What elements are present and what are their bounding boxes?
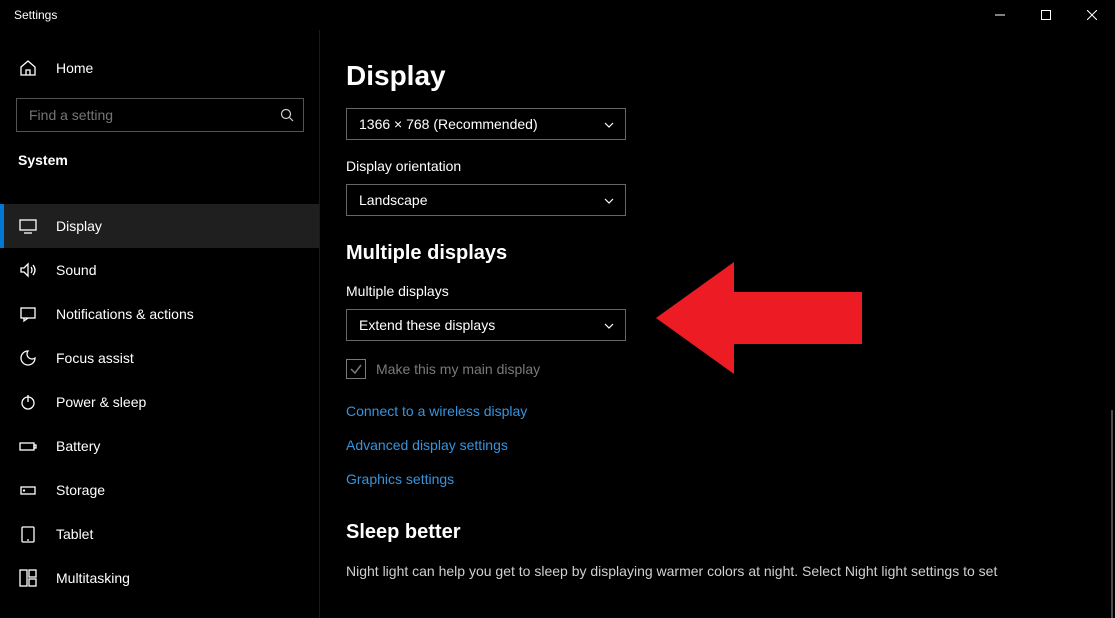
sidebar: Home System Display Sound	[0, 30, 320, 618]
tablet-icon	[18, 524, 38, 544]
multiple-displays-heading: Multiple displays	[346, 242, 1115, 265]
sidebar-item-storage[interactable]: Storage	[0, 468, 320, 512]
orientation-dropdown[interactable]: Landscape	[346, 184, 626, 216]
close-button[interactable]	[1069, 0, 1115, 30]
main-display-checkbox-label: Make this my main display	[376, 361, 540, 377]
power-icon	[18, 392, 38, 412]
sidebar-item-notifications[interactable]: Notifications & actions	[0, 292, 320, 336]
search-wrap	[16, 98, 304, 132]
titlebar: Settings	[0, 0, 1115, 30]
sound-icon	[18, 260, 38, 280]
resolution-value: 1366 × 768 (Recommended)	[359, 116, 538, 132]
sidebar-item-battery[interactable]: Battery	[0, 424, 320, 468]
home-icon	[18, 58, 38, 78]
resolution-dropdown[interactable]: 1366 × 768 (Recommended)	[346, 108, 626, 140]
window-title: Settings	[0, 8, 57, 22]
multiple-displays-value: Extend these displays	[359, 317, 495, 333]
window-controls	[977, 0, 1115, 30]
main-display-checkbox: Make this my main display	[346, 359, 1115, 379]
display-icon	[18, 216, 38, 236]
multiple-displays-dropdown[interactable]: Extend these displays	[346, 309, 626, 341]
graphics-settings-link[interactable]: Graphics settings	[346, 471, 1115, 487]
search-input[interactable]	[16, 98, 304, 132]
chevron-down-icon	[603, 118, 615, 130]
multiple-displays-label: Multiple displays	[346, 283, 1115, 299]
sidebar-item-label: Sound	[56, 262, 96, 278]
home-label: Home	[56, 60, 93, 76]
sidebar-item-label: Notifications & actions	[56, 306, 194, 322]
home-button[interactable]: Home	[0, 50, 320, 86]
sidebar-item-sound[interactable]: Sound	[0, 248, 320, 292]
orientation-value: Landscape	[359, 192, 428, 208]
sidebar-item-label: Power & sleep	[56, 394, 146, 410]
sidebar-item-label: Multitasking	[56, 570, 130, 586]
orientation-label: Display orientation	[346, 158, 1115, 174]
sidebar-item-label: Focus assist	[56, 350, 134, 366]
advanced-display-link[interactable]: Advanced display settings	[346, 437, 1115, 453]
battery-icon	[18, 436, 38, 456]
sidebar-item-label: Storage	[56, 482, 105, 498]
nav-list: Display Sound Notifications & actions Fo…	[0, 204, 320, 600]
checkbox-icon	[346, 359, 366, 379]
maximize-button[interactable]	[1023, 0, 1069, 30]
sleep-better-body: Night light can help you get to sleep by…	[346, 562, 1066, 582]
wireless-display-link[interactable]: Connect to a wireless display	[346, 403, 1115, 419]
chevron-down-icon	[603, 194, 615, 206]
chevron-down-icon	[603, 319, 615, 331]
sidebar-item-display[interactable]: Display	[0, 204, 320, 248]
minimize-button[interactable]	[977, 0, 1023, 30]
sidebar-item-multitasking[interactable]: Multitasking	[0, 556, 320, 600]
search-icon	[280, 108, 294, 122]
page-title: Display	[346, 60, 1115, 92]
content-pane: Display 1366 × 768 (Recommended) Display…	[320, 30, 1115, 618]
focus-assist-icon	[18, 348, 38, 368]
sidebar-item-label: Tablet	[56, 526, 93, 542]
sidebar-item-label: Battery	[56, 438, 100, 454]
notifications-icon	[18, 304, 38, 324]
scrollbar[interactable]	[1111, 410, 1113, 618]
sidebar-section-title: System	[0, 152, 320, 186]
multitasking-icon	[18, 568, 38, 588]
sidebar-item-focus-assist[interactable]: Focus assist	[0, 336, 320, 380]
sleep-better-heading: Sleep better	[346, 521, 1115, 544]
sidebar-item-label: Display	[56, 218, 102, 234]
storage-icon	[18, 480, 38, 500]
sidebar-item-tablet[interactable]: Tablet	[0, 512, 320, 556]
sidebar-item-power-sleep[interactable]: Power & sleep	[0, 380, 320, 424]
